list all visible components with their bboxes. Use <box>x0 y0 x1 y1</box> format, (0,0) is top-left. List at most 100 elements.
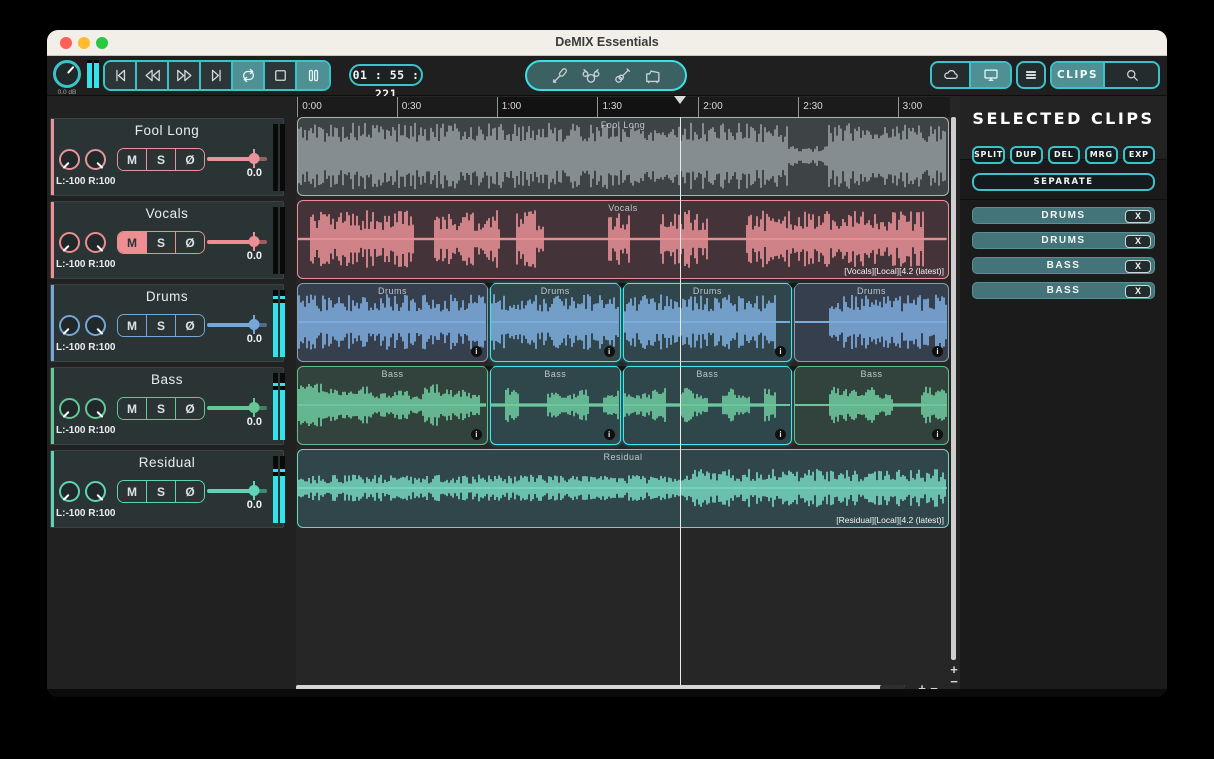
clip-boundary-handle[interactable] <box>484 366 494 372</box>
phase-button[interactable]: Ø <box>175 232 204 253</box>
audio-clip[interactable]: Fool Long <box>297 117 949 196</box>
del-button[interactable]: DEL <box>1048 146 1080 164</box>
pan-right-knob[interactable] <box>85 481 106 502</box>
pan-left-knob[interactable] <box>59 149 80 170</box>
clip-boundary-handle[interactable] <box>617 283 627 289</box>
solo-button[interactable]: S <box>146 481 175 502</box>
clip-boundary-handle[interactable] <box>788 366 798 372</box>
selected-audio-clip[interactable]: Bassi <box>623 366 792 445</box>
exp-button[interactable]: EXP <box>1123 146 1155 164</box>
playhead-marker[interactable] <box>674 96 686 104</box>
remove-clip-button[interactable]: X <box>1125 235 1151 248</box>
solo-button[interactable]: S <box>146 232 175 253</box>
mute-button[interactable]: M <box>118 149 146 170</box>
audio-clip[interactable]: Bassi <box>297 366 488 445</box>
skip-to-start-button[interactable] <box>105 62 137 89</box>
volume-slider-thumb[interactable] <box>249 236 260 247</box>
remove-clip-button[interactable]: X <box>1125 260 1151 273</box>
clip-info-badge[interactable]: i <box>471 429 482 440</box>
clip-boundary-handle[interactable] <box>484 283 494 289</box>
solo-button[interactable]: S <box>146 398 175 419</box>
pause-button[interactable] <box>297 62 329 89</box>
stop-button[interactable] <box>265 62 297 89</box>
audio-clip[interactable]: Drumsi <box>297 283 488 362</box>
guitar-icon <box>612 66 632 86</box>
selected-audio-clip[interactable]: Bassi <box>490 366 621 445</box>
pan-right-knob[interactable] <box>85 232 106 253</box>
v-zoom-out-button[interactable]: − <box>948 676 960 688</box>
search-button[interactable] <box>1105 63 1158 87</box>
clip-info-badge[interactable]: i <box>932 346 943 357</box>
clip-label: Vocals <box>298 203 948 213</box>
volume-slider-thumb[interactable] <box>249 319 260 330</box>
master-gain-knob[interactable] <box>53 60 81 88</box>
selected-clip-item[interactable]: DRUMSX <box>972 207 1155 224</box>
titlebar: DeMIX Essentials <box>47 30 1167 56</box>
phase-button[interactable]: Ø <box>175 398 204 419</box>
audio-clip[interactable]: Residual[Residual][Local][4.2 (latest)] <box>297 449 949 528</box>
clip-info-badge[interactable]: i <box>775 429 786 440</box>
clip-boundary-handle[interactable] <box>788 283 798 289</box>
selected-clip-item[interactable]: BASSX <box>972 282 1155 299</box>
phase-button[interactable]: Ø <box>175 481 204 502</box>
clip-boundary-handle[interactable] <box>617 366 627 372</box>
phase-button[interactable]: Ø <box>175 315 204 336</box>
clip-info-badge[interactable]: i <box>604 429 615 440</box>
volume-value: 0.0 <box>247 499 262 511</box>
clip-info-badge[interactable]: i <box>604 346 615 357</box>
pan-right-knob[interactable] <box>85 315 106 336</box>
pan-left-knob[interactable] <box>59 232 80 253</box>
audio-clip[interactable]: Drumsi <box>794 283 949 362</box>
volume-slider-thumb[interactable] <box>249 402 260 413</box>
pan-right-knob[interactable] <box>85 149 106 170</box>
mute-button[interactable]: M <box>118 232 146 253</box>
volume-slider[interactable] <box>207 240 267 244</box>
mute-button[interactable]: M <box>118 481 146 502</box>
mute-button[interactable]: M <box>118 315 146 336</box>
volume-slider-thumb[interactable] <box>249 485 260 496</box>
split-button[interactable]: SPLIT <box>972 146 1005 164</box>
source-selector-button[interactable] <box>525 60 687 91</box>
clip-actions: SPLIT DUP DEL MRG EXP <box>972 146 1155 164</box>
fast-forward-button[interactable] <box>169 62 201 89</box>
selected-clip-item[interactable]: DRUMSX <box>972 232 1155 249</box>
separate-button[interactable]: SEPARATE <box>972 173 1155 191</box>
display-button[interactable] <box>971 63 1010 87</box>
skip-to-end-button[interactable] <box>201 62 233 89</box>
vertical-scrollbar[interactable] <box>951 117 956 660</box>
audio-clip[interactable]: Bassi <box>794 366 949 445</box>
pan-range-label: L:-100 R:100 <box>56 176 115 187</box>
volume-slider[interactable] <box>207 489 267 493</box>
solo-button[interactable]: S <box>146 315 175 336</box>
remove-clip-button[interactable]: X <box>1125 210 1151 223</box>
remove-clip-button[interactable]: X <box>1125 285 1151 298</box>
audio-clip[interactable]: Vocals[Vocals][Local][4.2 (latest)] <box>297 200 949 279</box>
menu-button[interactable] <box>1018 63 1044 87</box>
clip-info-badge[interactable]: i <box>775 346 786 357</box>
clips-button[interactable]: CLIPS <box>1052 63 1105 87</box>
selected-clip-item[interactable]: BASSX <box>972 257 1155 274</box>
volume-slider[interactable] <box>207 323 267 327</box>
pan-left-knob[interactable] <box>59 398 80 419</box>
loop-button[interactable] <box>233 62 265 89</box>
mrg-button[interactable]: MRG <box>1085 146 1117 164</box>
dup-button[interactable]: DUP <box>1010 146 1042 164</box>
volume-slider-thumb[interactable] <box>249 153 260 164</box>
volume-slider[interactable] <box>207 406 267 410</box>
pan-left-knob[interactable] <box>59 315 80 336</box>
pan-right-knob[interactable] <box>85 398 106 419</box>
selected-audio-clip[interactable]: Drumsi <box>623 283 792 362</box>
clip-info-badge[interactable]: i <box>932 429 943 440</box>
selected-audio-clip[interactable]: Drumsi <box>490 283 621 362</box>
level-meter-left <box>273 207 278 274</box>
timeline-ruler[interactable]: 0:000:301:001:302:002:303:00 <box>296 97 950 117</box>
solo-button[interactable]: S <box>146 149 175 170</box>
pan-left-knob[interactable] <box>59 481 80 502</box>
clip-lane-fool-long: Fool Long <box>296 117 950 198</box>
phase-button[interactable]: Ø <box>175 149 204 170</box>
clip-info-badge[interactable]: i <box>471 346 482 357</box>
mute-button[interactable]: M <box>118 398 146 419</box>
rewind-button[interactable] <box>137 62 169 89</box>
volume-slider[interactable] <box>207 157 267 161</box>
cloud-button[interactable] <box>932 63 971 87</box>
